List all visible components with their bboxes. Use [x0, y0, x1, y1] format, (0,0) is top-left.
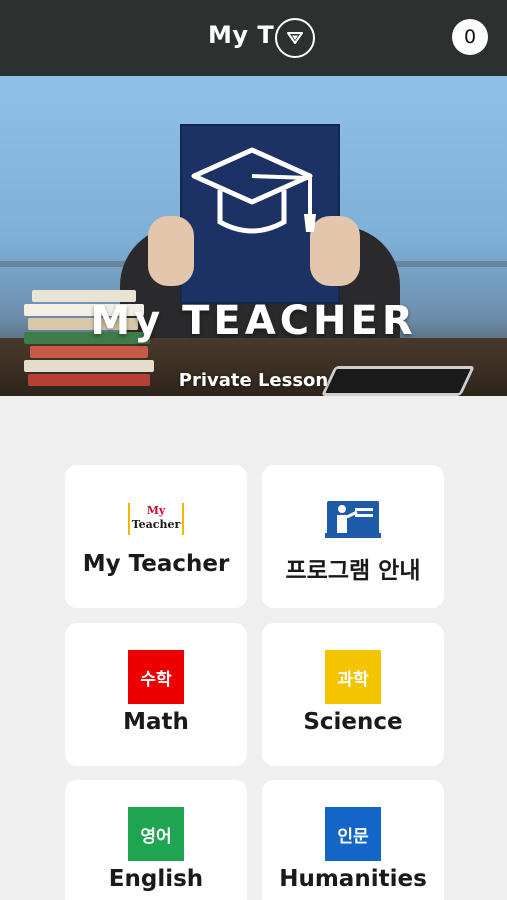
english-badge-icon: 영어: [128, 806, 184, 862]
tile-label: 프로그램 안내: [285, 558, 421, 584]
count-badge[interactable]: 0: [452, 19, 488, 55]
subject-badge: 과학: [325, 650, 381, 704]
subject-badge: 인문: [325, 807, 381, 861]
logo-text-line2: Teacher: [131, 518, 181, 531]
tile-label: My Teacher: [82, 551, 230, 577]
tile-my-teacher[interactable]: My Teacher My Teacher: [65, 465, 247, 608]
tile-math[interactable]: 수학 Math: [65, 623, 247, 766]
subject-badge: 영어: [128, 807, 184, 861]
tile-label: Science: [303, 709, 403, 735]
dropdown-button[interactable]: [275, 18, 315, 58]
tile-label: Humanities: [279, 866, 427, 892]
top-bar: My T 0: [0, 0, 507, 76]
humanities-badge-icon: 인문: [325, 806, 381, 862]
science-badge-icon: 과학: [325, 649, 381, 705]
my-teacher-logo-icon: My Teacher: [128, 491, 184, 547]
hero-banner: My TEACHER Private Lesson: [0, 76, 507, 396]
hero-left-hand: [148, 216, 194, 286]
hero-subtitle: Private Lesson: [178, 370, 329, 391]
tile-english[interactable]: 영어 English: [65, 780, 247, 900]
triangle-down-icon: [287, 32, 303, 44]
tile-humanities[interactable]: 인문 Humanities: [262, 780, 444, 900]
hero-title: My TEACHER: [90, 298, 417, 344]
app-title: My T: [208, 21, 275, 49]
tile-science[interactable]: 과학 Science: [262, 623, 444, 766]
blackboard-teacher-icon: [325, 491, 381, 547]
subject-badge: 수학: [128, 650, 184, 704]
tile-label: English: [108, 866, 204, 892]
tile-program-guide[interactable]: 프로그램 안내: [262, 465, 444, 608]
logo-text-line1: My: [146, 504, 166, 517]
tile-label: Math: [123, 709, 189, 735]
graduation-cap-icon: [191, 147, 316, 234]
math-badge-icon: 수학: [128, 649, 184, 705]
